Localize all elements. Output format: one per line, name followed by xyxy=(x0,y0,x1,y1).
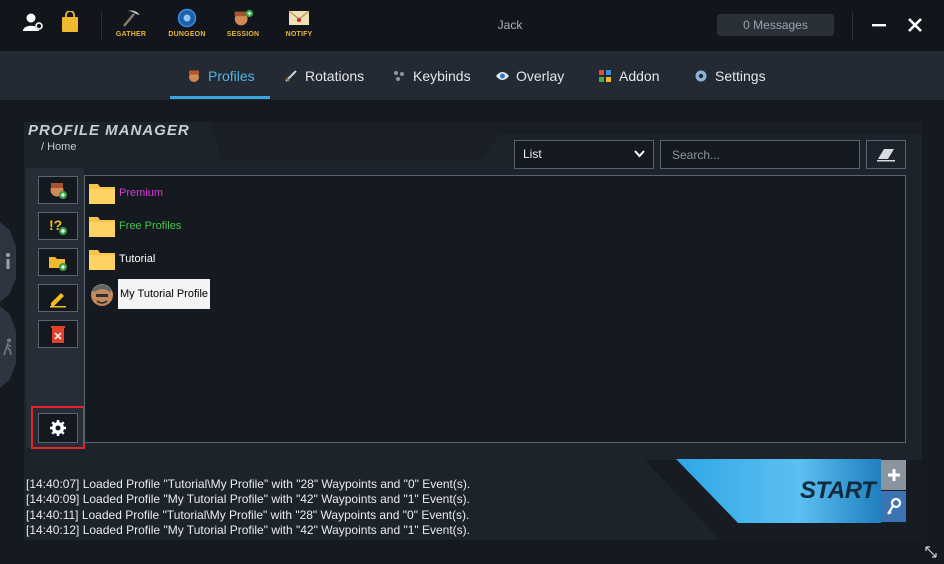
profile-avatar-icon xyxy=(91,284,113,306)
view-mode-select[interactable]: List xyxy=(514,140,654,169)
trash-icon xyxy=(51,326,65,343)
delete-button[interactable] xyxy=(38,320,78,348)
gear-icon xyxy=(50,420,66,436)
view-mode-value: List xyxy=(523,147,542,161)
log-line: [14:40:07] Loaded Profile "Tutorial\My P… xyxy=(26,477,471,491)
item-label: Free Profiles xyxy=(119,220,182,232)
start-label: START xyxy=(800,477,876,504)
folder-icon xyxy=(89,217,115,237)
log-line: [14:40:09] Loaded Profile "My Tutorial P… xyxy=(26,492,470,507)
key-button[interactable] xyxy=(881,491,906,522)
edit-button[interactable] xyxy=(38,284,78,312)
breadcrumb[interactable]: / Home xyxy=(41,141,76,153)
log-line: [14:40:12] Loaded Profile "My Tutorial P… xyxy=(26,522,470,537)
new-profile-button[interactable] xyxy=(38,176,78,204)
key-icon xyxy=(886,497,901,515)
eraser-icon xyxy=(877,148,895,161)
add-button[interactable] xyxy=(881,460,906,490)
log-line: [14:40:11] Loaded Profile "Tutorial\My P… xyxy=(26,507,470,522)
clear-search-button[interactable] xyxy=(866,140,906,169)
profile-add-icon xyxy=(50,183,67,199)
list-item[interactable]: Free Profiles xyxy=(89,213,181,239)
chevron-down-icon xyxy=(634,150,645,158)
profile-list[interactable]: Premium Free Profiles Tutorial My Tutori… xyxy=(84,175,906,443)
item-label: My Tutorial Profile xyxy=(118,279,211,309)
search-input[interactable] xyxy=(660,140,860,169)
page-title: PROFILE MANAGER xyxy=(28,122,190,139)
folder-add-icon xyxy=(49,257,67,271)
pencil-icon xyxy=(50,293,66,308)
activity-log: [14:40:07] Loaded Profile "Tutorial\My P… xyxy=(26,477,470,538)
new-quest-button[interactable]: !? xyxy=(38,212,78,240)
list-item[interactable]: Premium xyxy=(89,180,163,206)
plus-icon xyxy=(887,469,900,481)
folder-icon xyxy=(89,184,115,204)
profile-settings-button[interactable] xyxy=(38,413,78,443)
new-folder-button[interactable] xyxy=(38,248,78,276)
list-item[interactable]: Tutorial xyxy=(89,246,155,272)
item-label: Premium xyxy=(119,187,164,199)
resize-icon[interactable] xyxy=(924,545,938,559)
folder-icon xyxy=(89,250,115,270)
list-item-selected[interactable]: My Tutorial Profile xyxy=(89,278,211,310)
item-label: Tutorial xyxy=(119,253,156,265)
quest-add-icon: !? xyxy=(49,217,67,235)
